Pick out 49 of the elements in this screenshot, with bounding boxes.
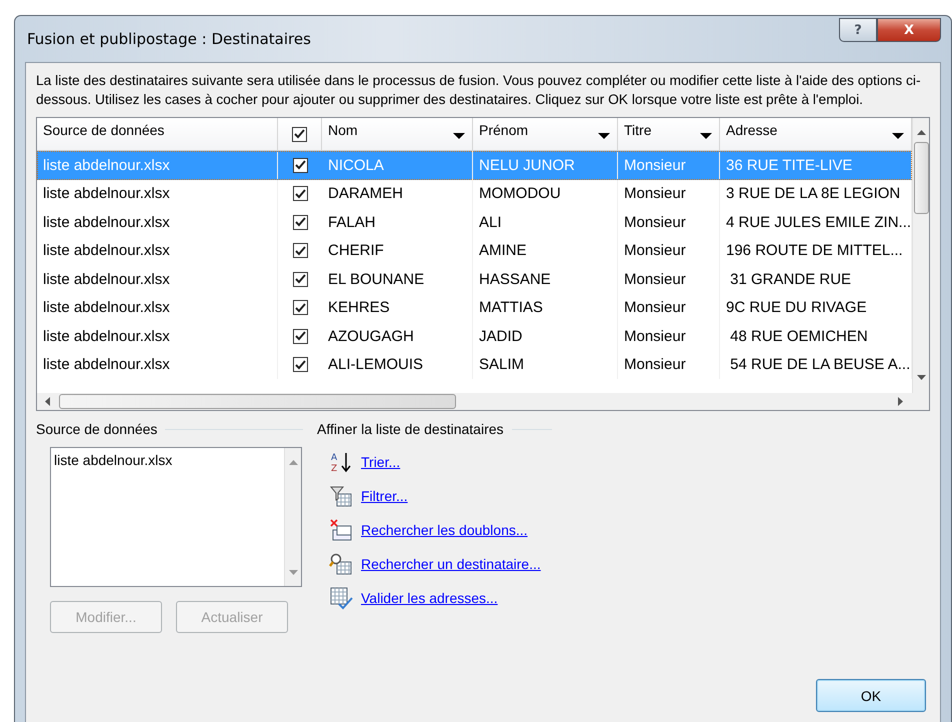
- scroll-left-arrow-icon[interactable]: [45, 397, 51, 406]
- row-checkbox[interactable]: [292, 186, 308, 202]
- column-header[interactable]: Adresse: [720, 118, 912, 151]
- recipient-row[interactable]: liste abdelnour.xlsx DARAMEH MOMODOU Monsieur 3 RUE DE LA 8E LEGION: [37, 180, 912, 208]
- instructions-text: La liste des destinataires suivante sera utilisée dans le processus de fusion. Vous pouvez compléter ou modifier cette liste à l'aide des options ci-dessous. Utilisez les cases à cocher pour ajouter ou supprimer des destinataires. Cliquez sur OK lorsque votre liste est prête à l'emploi.: [36, 72, 922, 109]
- row-checkbox[interactable]: [292, 243, 308, 258]
- duplicates-icon: [329, 518, 353, 542]
- window-title: Fusion et publipostage : Destinataires: [26, 30, 311, 48]
- dropdown-arrow-icon[interactable]: [452, 132, 466, 140]
- table-cell: Monsieur: [618, 350, 720, 379]
- row-checkbox[interactable]: [292, 300, 308, 316]
- find-recipient-icon: [329, 552, 353, 576]
- column-header[interactable]: Source de données: [37, 118, 278, 151]
- action-link[interactable]: Filtrer...: [361, 488, 408, 504]
- scroll-down-arrow-icon[interactable]: [916, 375, 926, 381]
- action-link[interactable]: Valider les adresses...: [361, 590, 498, 606]
- table-cell: ALI-LEMOUIS: [322, 350, 473, 379]
- group-label: Affiner la liste de destinataires: [317, 421, 504, 437]
- scrollbar-thumb[interactable]: [59, 394, 456, 409]
- column-header[interactable]: Titre: [618, 118, 720, 151]
- select-all-checkbox[interactable]: [292, 126, 307, 142]
- validate-icon: [329, 586, 353, 610]
- ok-button[interactable]: OK: [816, 679, 926, 712]
- close-button[interactable]: X: [877, 18, 941, 42]
- row-checkbox[interactable]: [292, 328, 308, 344]
- column-header[interactable]: Prénom: [473, 118, 618, 151]
- action-link[interactable]: Trier...: [361, 454, 400, 470]
- group-label: Source de données: [36, 421, 158, 437]
- row-checkbox[interactable]: [292, 357, 308, 372]
- action-link[interactable]: Rechercher les doublons...: [361, 522, 528, 538]
- list-item[interactable]: liste abdelnour.xlsx: [51, 448, 176, 472]
- help-button[interactable]: ?: [839, 18, 877, 42]
- scroll-up-arrow-icon[interactable]: [916, 130, 926, 136]
- row-checkbox[interactable]: [292, 272, 308, 287]
- horizontal-scrollbar[interactable]: [37, 393, 912, 410]
- data-source-list[interactable]: liste abdelnour.xlsx: [50, 447, 302, 587]
- table-cell: SALIM: [473, 350, 618, 379]
- vertical-scrollbar[interactable]: [912, 118, 929, 393]
- dropdown-arrow-icon[interactable]: [699, 132, 713, 140]
- row-checkbox[interactable]: [292, 214, 308, 230]
- action-link[interactable]: Rechercher un destinataire...: [361, 556, 541, 572]
- dropdown-arrow-icon[interactable]: [891, 132, 905, 140]
- row-checkbox[interactable]: [292, 158, 308, 173]
- scrollbar-thumb[interactable]: [914, 142, 928, 214]
- scroll-right-arrow-icon[interactable]: [898, 397, 904, 406]
- column-header[interactable]: Nom: [322, 118, 473, 151]
- filter-icon: [329, 484, 353, 508]
- table-cell: liste abdelnour.xlsx: [37, 350, 278, 379]
- dropdown-arrow-icon[interactable]: [597, 132, 611, 140]
